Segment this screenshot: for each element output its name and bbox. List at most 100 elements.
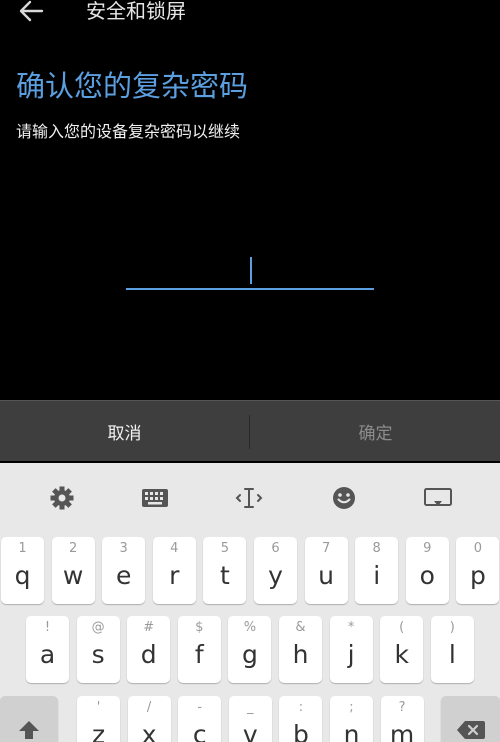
confirm-button[interactable]: 确定 [251, 401, 500, 461]
key-label: g [241, 640, 258, 669]
key-b[interactable]: :b [279, 696, 323, 742]
key-y[interactable]: 6y [254, 537, 297, 604]
key-q[interactable]: 1q [1, 537, 44, 604]
key-w[interactable]: 2w [51, 537, 95, 604]
key-hint: ; [349, 700, 354, 715]
emoji-icon[interactable] [329, 485, 359, 511]
page-subtitle: 请输入您的设备复杂密码以继续 [16, 122, 241, 141]
screen-icon[interactable] [423, 485, 453, 511]
key-e[interactable]: 3e [102, 537, 146, 604]
key-hint: & [295, 620, 306, 635]
key-label: n [343, 720, 360, 742]
key-p[interactable]: 0p [456, 537, 500, 604]
key-hint: / [146, 700, 152, 715]
key-label: t [219, 561, 230, 590]
key-label: l [448, 640, 456, 669]
shift-key[interactable] [0, 696, 58, 742]
key-label: q [14, 561, 31, 590]
action-bar: 取消 确定 [0, 400, 500, 461]
key-f[interactable]: $ f [177, 616, 221, 683]
key-hint: : [298, 700, 304, 715]
key-label: i [373, 561, 381, 590]
key-hint: ( [399, 620, 405, 635]
key-v[interactable]: _ v [228, 696, 272, 742]
key-label: u [318, 561, 335, 590]
key-label: b [292, 720, 309, 742]
key-label: y [268, 561, 283, 590]
key-hint: 2 [68, 541, 78, 556]
key-hint: ) [449, 620, 455, 635]
key-label: m [389, 720, 415, 742]
key-a[interactable]: ! a [26, 616, 69, 683]
key-z[interactable]: ' z [77, 696, 120, 742]
key-k[interactable]: (k [380, 616, 424, 683]
divider [249, 415, 250, 449]
key-hint: 5 [220, 541, 230, 556]
key-n[interactable]: ; n [330, 696, 373, 742]
text-cursor-icon[interactable] [234, 485, 264, 511]
key-l[interactable]: ) l [430, 616, 474, 683]
input-underline [126, 288, 374, 290]
password-input[interactable] [126, 254, 374, 290]
key-label: v [242, 720, 258, 742]
key-s[interactable]: @ s [76, 616, 120, 683]
arrow-left-icon[interactable] [18, 0, 44, 22]
page-title: 确认您的复杂密码 [16, 69, 249, 103]
text-cursor [250, 257, 252, 284]
key-hint: @ [91, 620, 105, 635]
key-label: k [394, 640, 409, 669]
key-hint: ! [44, 620, 51, 635]
key-t[interactable]: 5t [203, 537, 247, 604]
key-hint: % [243, 620, 257, 635]
keyboard-toolbar [0, 463, 500, 533]
key-d[interactable]: # d [127, 616, 171, 683]
keyboard-icon[interactable] [140, 485, 170, 511]
key-label: x [141, 720, 157, 742]
key-hint: * [347, 620, 355, 635]
key-hint: 1 [18, 541, 27, 556]
header-title: 安全和锁屏 [86, 0, 186, 23]
key-hint: ? [398, 700, 406, 715]
key-label: j [347, 640, 355, 669]
key-u[interactable]: 7u [304, 537, 348, 604]
key-hint: # [143, 620, 155, 635]
backspace-key[interactable] [441, 696, 500, 742]
key-hint: 4 [170, 541, 179, 556]
key-hint: 3 [119, 541, 128, 556]
key-label: h [292, 640, 309, 669]
key-hint: 6 [271, 541, 280, 556]
key-label: o [419, 561, 435, 590]
key-label: e [115, 561, 132, 590]
key-label: f [194, 640, 204, 669]
key-hint: 8 [372, 541, 381, 556]
key-m[interactable]: ? m [380, 696, 424, 742]
key-hint: 0 [473, 541, 483, 556]
shift-arrow-icon [19, 720, 39, 739]
key-hint: $ [195, 620, 204, 635]
key-hint: - [197, 700, 203, 715]
backspace-icon [456, 720, 485, 739]
gear-icon[interactable] [47, 485, 77, 511]
key-label: a [39, 640, 56, 669]
key-label: s [91, 640, 105, 669]
app-header: 安全和锁屏 [0, 0, 500, 26]
key-label: r [169, 561, 180, 590]
key-label: z [91, 720, 106, 742]
key-hint: ' [96, 700, 101, 715]
key-label: w [62, 561, 84, 590]
key-label: p [469, 561, 486, 590]
key-hint: 9 [423, 541, 432, 556]
key-hint: _ [247, 700, 254, 715]
key-x[interactable]: / x [127, 696, 171, 742]
key-r[interactable]: 4r [152, 537, 196, 604]
soft-keyboard: 1q2w3e4r5t6y7u8i9o0p ! a @ s # d $ f% g & h * j(k) l … [0, 463, 500, 742]
cancel-button[interactable]: 取消 [0, 401, 249, 461]
key-hint: 7 [321, 541, 331, 556]
key-c[interactable]: -c [178, 696, 222, 742]
key-o[interactable]: 9o [405, 537, 449, 604]
key-j[interactable]: * j [329, 616, 373, 683]
key-i[interactable]: 8i [355, 537, 399, 604]
key-label: d [140, 640, 157, 669]
key-h[interactable]: & h [279, 616, 322, 683]
key-g[interactable]: % g [228, 616, 272, 683]
